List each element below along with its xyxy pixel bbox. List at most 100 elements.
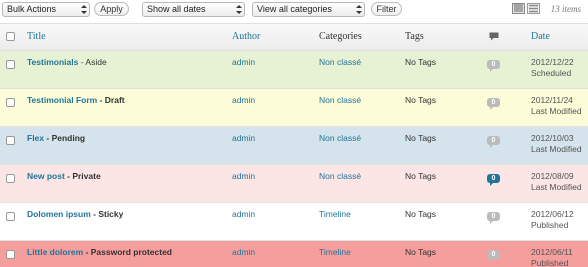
tags-value: No Tags (405, 57, 437, 67)
post-title-link[interactable]: Testimonials (27, 57, 78, 67)
comment-count-bubble[interactable]: 0 (487, 250, 500, 259)
post-status: Published (531, 258, 569, 267)
title-cell: Testimonial Form - Draft (27, 95, 125, 106)
dates-select[interactable]: Show all dates (142, 2, 245, 17)
tags-value: No Tags (405, 171, 437, 181)
tags-value: No Tags (405, 209, 437, 219)
post-status: Last Modified (531, 144, 582, 154)
table-row: Testimonial Form - Draft admin Non class… (0, 89, 588, 127)
post-title-link[interactable]: Flex (27, 133, 44, 143)
author-link[interactable]: admin (232, 247, 255, 258)
column-categories: Categories (319, 31, 362, 42)
category-link[interactable]: Non classé (319, 133, 361, 144)
row-checkbox[interactable] (6, 212, 15, 221)
row-checkbox[interactable] (6, 250, 15, 259)
bulk-actions-select[interactable]: Bulk Actions (2, 2, 90, 17)
bubble-tail (490, 221, 493, 224)
select-arrows-icon (236, 4, 242, 15)
filter-button[interactable]: Filter (371, 2, 402, 16)
bubble-tail (490, 259, 493, 262)
dates-label: Show all dates (147, 4, 206, 14)
table-header: Title Author Categories Tags Date (0, 24, 588, 51)
table-row: Little dolorem - Password protected admi… (0, 241, 588, 267)
table-row: Dolomen ipsum - Sticky admin Timeline No… (0, 203, 588, 241)
title-cell: New post - Private (27, 171, 101, 182)
post-state: - Aside (78, 57, 107, 67)
date-cell: 2012/06/11 Published (531, 247, 573, 267)
tags-value: No Tags (405, 95, 437, 105)
category-link[interactable]: Non classé (319, 57, 361, 68)
category-link[interactable]: Timeline (319, 247, 351, 258)
comment-count-bubble[interactable]: 0 (487, 212, 500, 221)
row-checkbox[interactable] (6, 136, 15, 145)
excerpt-view-icon[interactable] (527, 3, 540, 14)
post-date: 2012/06/11 (531, 247, 573, 257)
post-title-link[interactable]: Dolomen ipsum (27, 209, 91, 219)
comment-count-bubble[interactable]: 0 (487, 60, 500, 69)
tags-value: No Tags (405, 133, 437, 143)
bubble-tail (490, 69, 493, 72)
column-date[interactable]: Date (531, 31, 550, 42)
post-status: Scheduled (531, 68, 572, 78)
tags-value: No Tags (405, 247, 437, 257)
post-date: 2012/10/03 (531, 133, 574, 143)
select-arrows-icon (81, 4, 87, 15)
bubble-tail (490, 183, 493, 186)
bulk-actions-label: Bulk Actions (7, 4, 57, 14)
post-state: - Draft (97, 95, 125, 105)
date-cell: 2012/11/24 Last Modified (531, 95, 582, 117)
select-all-checkbox[interactable] (6, 32, 15, 41)
post-date: 2012/08/09 (531, 171, 574, 181)
category-link[interactable]: Non classé (319, 95, 361, 106)
post-state: - Password protected (83, 247, 173, 257)
items-count: 13 items (550, 4, 581, 14)
bubble-tail (490, 107, 493, 110)
bubble-tail (490, 145, 493, 148)
post-state: - Private (64, 171, 101, 181)
title-cell: Flex - Pending (27, 133, 85, 144)
categories-label: View all categories (257, 4, 332, 14)
column-title[interactable]: Title (27, 31, 46, 42)
post-status: Last Modified (531, 182, 582, 192)
comments-icon[interactable] (489, 32, 499, 41)
author-link[interactable]: admin (232, 57, 255, 68)
post-title-link[interactable]: New post (27, 171, 65, 181)
post-title-link[interactable]: Little dolorem (27, 247, 83, 257)
post-date: 2012/12/22 (531, 57, 574, 67)
date-cell: 2012/12/22 Scheduled (531, 57, 574, 79)
author-link[interactable]: admin (232, 209, 255, 220)
title-cell: Testimonials - Aside (27, 57, 107, 68)
select-arrows-icon (356, 4, 362, 15)
date-cell: 2012/10/03 Last Modified (531, 133, 582, 155)
comment-count-bubble[interactable]: 0 (487, 98, 500, 107)
post-status: Published (531, 220, 569, 230)
category-link[interactable]: Timeline (319, 209, 351, 220)
post-title-link[interactable]: Testimonial Form (27, 95, 97, 105)
author-link[interactable]: admin (232, 171, 255, 182)
row-checkbox[interactable] (6, 174, 15, 183)
category-link[interactable]: Non classé (319, 171, 361, 182)
categories-select[interactable]: View all categories (252, 2, 365, 17)
post-status: Last Modified (531, 106, 582, 116)
row-checkbox[interactable] (6, 98, 15, 107)
author-link[interactable]: admin (232, 95, 255, 106)
post-state: - Pending (44, 133, 86, 143)
date-cell: 2012/06/12 Published (531, 209, 574, 231)
row-checkbox[interactable] (6, 60, 15, 69)
posts-table: Title Author Categories Tags Date Testim… (0, 23, 588, 267)
apply-button[interactable]: Apply (94, 2, 129, 16)
list-view-icon[interactable] (512, 3, 525, 14)
table-row: Flex - Pending admin Non classé No Tags … (0, 127, 588, 165)
date-cell: 2012/08/09 Last Modified (531, 171, 582, 193)
comment-count-bubble[interactable]: 0 (487, 136, 500, 145)
comment-count-bubble[interactable]: 0 (487, 174, 500, 183)
author-link[interactable]: admin (232, 133, 255, 144)
title-cell: Dolomen ipsum - Sticky (27, 209, 123, 220)
post-date: 2012/11/24 (531, 95, 573, 105)
table-toolbar: Bulk Actions Apply Show all dates View a… (0, 0, 588, 22)
title-cell: Little dolorem - Password protected (27, 247, 172, 258)
table-row: Testimonials - Aside admin Non classé No… (0, 51, 588, 89)
column-author[interactable]: Author (232, 31, 260, 42)
post-state: - Sticky (90, 209, 124, 219)
post-date: 2012/06/12 (531, 209, 574, 219)
